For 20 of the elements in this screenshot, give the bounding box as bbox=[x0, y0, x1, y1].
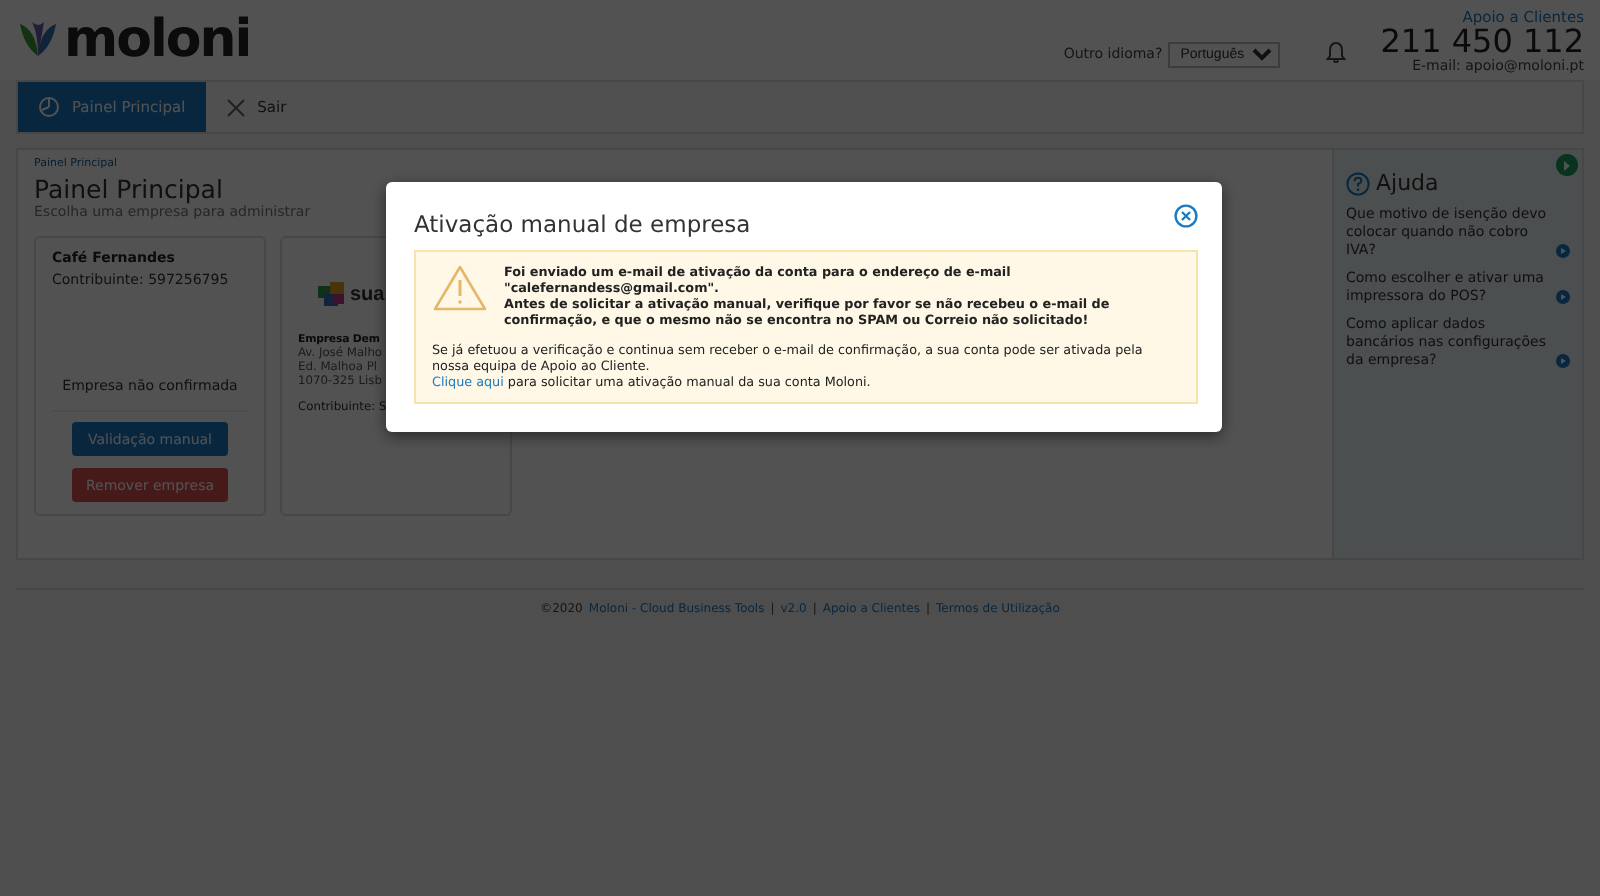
dial-icon bbox=[38, 96, 60, 118]
next-button[interactable] bbox=[1556, 154, 1578, 176]
arrow-circle-icon[interactable] bbox=[1556, 244, 1570, 258]
close-button[interactable] bbox=[1174, 204, 1198, 228]
close-icon bbox=[1174, 204, 1198, 228]
company-logo-icon bbox=[318, 282, 346, 306]
page-title: Painel Principal bbox=[34, 174, 223, 204]
logo-text: sua bbox=[350, 283, 385, 305]
leaf-logo-icon bbox=[16, 18, 60, 62]
bell-icon[interactable] bbox=[1324, 40, 1349, 64]
chevron-icon bbox=[1562, 159, 1572, 171]
phone-number: 211 450 112 bbox=[1380, 25, 1584, 57]
modal-title: Ativação manual de empresa bbox=[414, 210, 751, 238]
close-icon bbox=[225, 97, 246, 117]
warning-icon bbox=[432, 264, 488, 312]
logo-text: moloni bbox=[64, 10, 251, 70]
help-title: Ajuda bbox=[1376, 170, 1439, 196]
arrow-circle-icon[interactable] bbox=[1556, 354, 1570, 368]
arrow-circle-icon[interactable] bbox=[1556, 290, 1570, 304]
help-icon bbox=[1346, 171, 1370, 195]
